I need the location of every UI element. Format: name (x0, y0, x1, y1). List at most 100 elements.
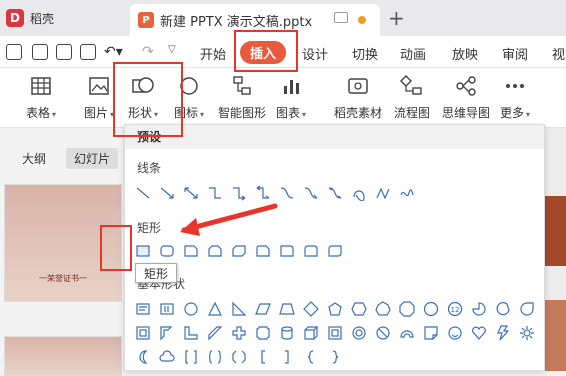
menu-tab-view[interactable]: 视 (552, 44, 565, 63)
smartart-button[interactable]: 智能图形 (218, 74, 266, 121)
diamond-shape[interactable] (301, 299, 321, 319)
curve-shape[interactable] (349, 183, 369, 203)
cross-shape[interactable] (229, 323, 249, 343)
trapezoid-shape[interactable] (277, 299, 297, 319)
left-brace-shape[interactable] (301, 347, 321, 367)
app-tab[interactable]: D 稻壳 (0, 0, 126, 36)
cloud-shape[interactable] (157, 347, 177, 367)
scribble-shape[interactable] (397, 183, 417, 203)
sun-shape[interactable] (517, 323, 537, 343)
monitor-icon[interactable] (334, 12, 348, 23)
more-button[interactable]: 更多 ▾ (500, 74, 530, 121)
decagon-shape[interactable] (421, 299, 441, 319)
triangle-shape[interactable] (205, 299, 225, 319)
snip-single-corner-rectangle-shape[interactable] (181, 241, 201, 261)
double-brace-shape[interactable] (205, 347, 225, 367)
svg-text:12: 12 (451, 306, 460, 314)
curved-double-arrow-shape[interactable] (325, 183, 345, 203)
docer-material-button[interactable]: 稻壳素材 (334, 74, 382, 121)
teardrop-shape[interactable] (517, 299, 537, 319)
chord-shape[interactable] (493, 299, 513, 319)
mindmap-icon (456, 76, 476, 96)
picture-button[interactable]: 图片 ▾ (84, 74, 114, 121)
cube-shape[interactable] (301, 323, 321, 343)
oval-shape[interactable] (181, 299, 201, 319)
picture-icon (89, 77, 109, 95)
double-bracket-shape[interactable] (181, 347, 201, 367)
table-button[interactable]: 表格 ▾ (26, 74, 56, 121)
mindmap-label: 思维导图 (442, 106, 491, 120)
left-bracket-shape[interactable] (253, 347, 273, 367)
menu-tab-transition[interactable]: 切换 (352, 44, 378, 63)
octagon-bracket-shape[interactable] (229, 347, 249, 367)
text-box-shape[interactable] (133, 299, 153, 319)
heart-shape[interactable] (469, 323, 489, 343)
vertical-text-box-shape[interactable] (157, 299, 177, 319)
tab-outline[interactable]: 大纲 (14, 148, 54, 169)
hexagon-shape[interactable] (349, 299, 369, 319)
mindmap-button[interactable]: 思维导图 (442, 74, 490, 121)
new-tab-button[interactable]: + (388, 6, 405, 30)
dodecagon-shape[interactable]: 12 (445, 299, 465, 319)
plaque-shape[interactable] (253, 323, 273, 343)
docer-material-label: 稻壳素材 (334, 106, 383, 120)
curved-arrow-shape[interactable] (301, 183, 321, 203)
menu-tab-review[interactable]: 审阅 (502, 44, 528, 63)
menu-tab-slideshow[interactable]: 放映 (452, 44, 478, 63)
insert-ribbon: 表格 ▾ 图片 ▾ 形状 ▾ 图标 ▾ 智能图形 图表 ▾ 稻壳素材 流程图 思维导图 更… (0, 68, 566, 128)
redo-icon[interactable]: ↷ (142, 44, 154, 60)
parallelogram-shape[interactable] (253, 299, 273, 319)
right-brace-shape[interactable] (325, 347, 345, 367)
snip-same-side-corner-rectangle-shape[interactable] (205, 241, 225, 261)
moon-shape[interactable] (133, 347, 153, 367)
heptagon-shape[interactable] (373, 299, 393, 319)
chart-button[interactable]: 图表 ▾ (276, 74, 306, 121)
rectangle-shape[interactable] (133, 241, 153, 261)
no-symbol-shape[interactable] (373, 323, 393, 343)
round-diagonal-corner-rectangle-shape[interactable] (325, 241, 345, 261)
round-single-corner-rectangle-shape[interactable] (277, 241, 297, 261)
round-same-side-corner-rectangle-shape[interactable] (301, 241, 321, 261)
document-title: 新建 PPTX 演示文稿.pptx (160, 14, 313, 30)
menu-tab-home[interactable]: 开始 (200, 44, 226, 63)
menu-icon[interactable] (6, 44, 22, 60)
can-shape[interactable] (277, 323, 297, 343)
lightning-bolt-shape[interactable] (493, 323, 513, 343)
block-arc-shape[interactable] (397, 323, 417, 343)
right-bracket-shape[interactable] (277, 347, 297, 367)
picture-label: 图片 (84, 106, 109, 120)
basic-shapes-row-2 (133, 323, 537, 343)
half-frame-shape[interactable] (157, 323, 177, 343)
flowchart-button[interactable]: 流程图 (394, 74, 430, 121)
smiley-face-shape[interactable] (445, 323, 465, 343)
chart-icon (284, 80, 300, 94)
snip-round-rectangle-shape[interactable] (253, 241, 273, 261)
more-label: 更多 (500, 106, 525, 120)
pie-shape[interactable] (469, 299, 489, 319)
menu-tab-design[interactable]: 设计 (302, 44, 328, 63)
l-shape[interactable] (181, 323, 201, 343)
donut-shape[interactable] (349, 323, 369, 343)
curved-connector-shape[interactable] (277, 183, 297, 203)
freeform-shape[interactable] (373, 183, 393, 203)
quick-access-dropdown-icon[interactable]: ▽ (168, 44, 176, 55)
folded-corner-shape[interactable] (421, 323, 441, 343)
diagonal-stripe-shape[interactable] (205, 323, 225, 343)
pentagon-shape[interactable] (325, 299, 345, 319)
print-icon[interactable] (56, 44, 72, 60)
snip-diagonal-corner-rectangle-shape[interactable] (229, 241, 249, 261)
menu-tab-animation[interactable]: 动画 (400, 44, 426, 63)
print-preview-icon[interactable] (80, 44, 96, 60)
right-triangle-shape[interactable] (229, 299, 249, 319)
frame-shape[interactable] (133, 323, 153, 343)
undo-icon[interactable]: ↶▾ (104, 44, 123, 60)
octagon-shape[interactable] (397, 299, 417, 319)
slide-thumbnail-2[interactable] (4, 336, 122, 376)
rounded-rectangle-shape[interactable] (157, 241, 177, 261)
basic-shapes-row-1: 12 (133, 299, 537, 319)
chart-label: 图表 (276, 106, 301, 120)
save-icon[interactable] (32, 44, 48, 60)
tab-slides[interactable]: 幻灯片 (66, 148, 119, 169)
bevel-shape[interactable] (325, 323, 345, 343)
docer-material-icon (348, 78, 368, 94)
